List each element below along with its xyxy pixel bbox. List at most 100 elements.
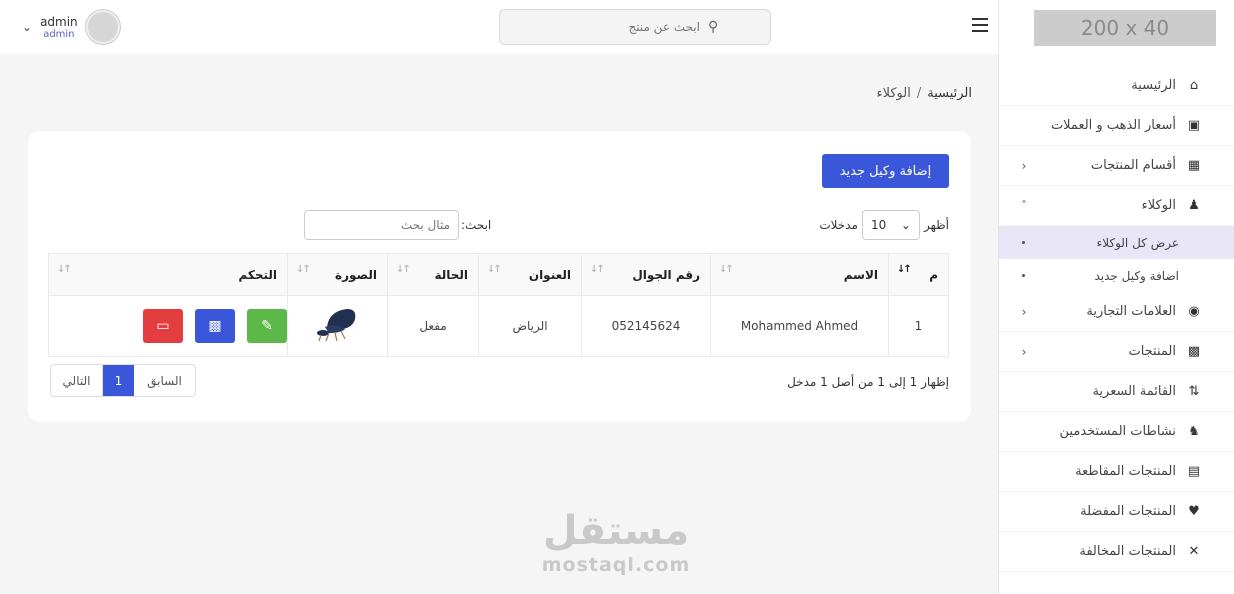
sidebar-item-boycotted-products[interactable]: ▤ المنتجات المقاطعة (999, 452, 1234, 492)
trash-icon: ▭ (156, 318, 170, 334)
chevron-left-icon: ‹ (1021, 304, 1027, 319)
cell-name: Mohammed Ahmed (710, 295, 889, 357)
close-icon: ✕ (1188, 544, 1200, 559)
row-actions: ▭ ▩ ✎ (49, 309, 287, 343)
add-agent-button[interactable]: إضافة وكيل جديد (822, 154, 949, 188)
column-header-address[interactable]: العنوان ↑↓ (478, 253, 582, 296)
chevron-down-icon[interactable]: ⌄ (22, 20, 32, 34)
logo-placeholder: 200 x 40 (1034, 10, 1216, 46)
sort-icon: ↑↓ (719, 264, 734, 275)
cell-actions: ▭ ▩ ✎ (48, 295, 288, 357)
pagination-next[interactable]: التالي (51, 365, 103, 396)
sidebar-item-home[interactable]: ⌂ الرئيسية (999, 66, 1234, 106)
search-label: ابحث: (461, 218, 492, 232)
column-header-image[interactable]: الصورة ↑↓ (287, 253, 388, 296)
edit-icon: ✎ (261, 318, 273, 334)
boycott-icon: ▤ (1187, 464, 1201, 479)
watermark-arabic: مستقل (542, 508, 690, 554)
pagination-previous[interactable]: السابق (134, 365, 195, 396)
column-header-label: الصورة (335, 267, 377, 282)
sidebar-item-agents[interactable]: ♟ الوكلاء ˆ (999, 186, 1234, 226)
avatar[interactable] (85, 10, 120, 44)
sidebar-item-label: أقسام المنتجات (1090, 158, 1176, 173)
agents-card: إضافة وكيل جديد أظهر 10 ⌄ مدخلات ابحث: م… (28, 131, 971, 422)
breadcrumb-separator: / (916, 86, 922, 101)
hamburger-menu-icon[interactable] (972, 18, 988, 36)
breadcrumb: الرئيسية / الوكلاء (876, 86, 972, 101)
sidebar-item-label: أسعار الذهب و العملات (1050, 118, 1176, 133)
submenu-item-label: اضافة وكيل جديد (1094, 268, 1179, 283)
sort-icon: ↑↓ (296, 264, 311, 275)
cell-image (287, 295, 388, 357)
sidebar-item-gold-prices[interactable]: ▣ أسعار الذهب و العملات (999, 106, 1234, 146)
product-search[interactable]: ⚲ (499, 9, 771, 45)
user-menu[interactable]: ⌄ admin admin (22, 10, 120, 44)
agent-icon: ♟ (1188, 198, 1200, 213)
watermark-english: mostaql.com (541, 554, 691, 576)
page-size-value: 10 (870, 218, 887, 232)
show-label: أظهر (923, 218, 949, 232)
column-header-index[interactable]: م ↑↓ (888, 253, 949, 296)
watermark: مستقل mostaql.com (540, 508, 692, 576)
product-search-input[interactable] (500, 20, 700, 34)
agents-table: م ↑↓ الاسم ↑↓ رقم الجوال ↑↓ العنوان ↑↓ الحال… (48, 253, 949, 357)
sort-icon: ↑↓ (487, 264, 502, 275)
sidebar-item-label: نشاطات المستخدمين (1059, 424, 1176, 439)
table-header-row: م ↑↓ الاسم ↑↓ رقم الجوال ↑↓ العنوان ↑↓ الحال… (48, 253, 949, 296)
cell-address: الرياض (478, 295, 582, 357)
sidebar-item-label: المنتجات المقاطعة (1075, 464, 1176, 479)
bullet-icon (1022, 241, 1025, 244)
chevron-left-icon: ‹ (1021, 158, 1027, 173)
chevron-left-icon: ‹ (1021, 344, 1027, 359)
box-icon: ▦ (1187, 158, 1201, 173)
chair-image (316, 308, 355, 341)
table-info: إظهار 1 إلى 1 من أصل 1 مدخل (787, 375, 949, 389)
sort-icon: ↑↓ (396, 264, 411, 275)
search-icon[interactable]: ⚲ (708, 19, 718, 35)
sidebar-item-label: القائمة السعرية (1092, 384, 1176, 399)
pagination-page-1[interactable]: 1 (103, 365, 134, 396)
money-icon: ▣ (1187, 118, 1201, 133)
submenu-item-all-agents[interactable]: عرض كل الوكلاء (999, 226, 1234, 259)
sidebar: 200 x 40 ⌂ الرئيسية ▣ أسعار الذهب و العم… (998, 0, 1234, 594)
column-header-label: رقم الجوال (632, 267, 700, 282)
table-search-input[interactable] (304, 210, 459, 240)
column-header-label: العنوان (528, 267, 571, 282)
cell-index: 1 (888, 295, 949, 357)
column-header-label: الاسم (843, 267, 878, 282)
chevron-up-icon: ˆ (1021, 198, 1027, 213)
cell-phone: 052145624 (581, 295, 711, 357)
sidebar-item-price-list[interactable]: ⇅ القائمة السعرية (999, 372, 1234, 412)
column-header-actions[interactable]: التحكم ↑↓ (48, 253, 288, 296)
breadcrumb-home[interactable]: الرئيسية (927, 86, 972, 101)
sidebar-item-brands[interactable]: ◉ العلامات التجارية ‹ (999, 292, 1234, 332)
sidebar-item-favorite-products[interactable]: ♥ المنتجات المفضلة (999, 492, 1234, 532)
user-role: admin (43, 28, 75, 40)
sidebar-item-user-activity[interactable]: ♞ نشاطات المستخدمين (999, 412, 1234, 452)
bullet-icon (1022, 274, 1025, 277)
submenu-item-add-agent[interactable]: اضافة وكيل جديد (999, 259, 1234, 292)
cell-status: مفعل (387, 295, 479, 357)
sort-icon: ↑↓ (590, 264, 605, 275)
edit-button[interactable]: ✎ (247, 309, 287, 343)
entries-label: مدخلات (819, 218, 858, 232)
submenu-item-label: عرض كل الوكلاء (1096, 235, 1179, 250)
sidebar-item-label: الوكلاء (1141, 198, 1176, 213)
sidebar-item-violating-products[interactable]: ✕ المنتجات المخالفة (999, 532, 1234, 572)
sidebar-item-products[interactable]: ▩ المنتجات ‹ (999, 332, 1234, 372)
table-filter: ابحث: (304, 210, 491, 240)
column-header-status[interactable]: الحالة ↑↓ (387, 253, 479, 296)
sidebar-item-label: المنتجات (1128, 344, 1176, 359)
heart-icon: ♥ (1188, 504, 1200, 519)
sidebar-item-label: المنتجات المفضلة (1080, 504, 1176, 519)
table-row: 1 Mohammed Ahmed 052145624 الرياض مفعل ▭… (48, 295, 949, 357)
user-info: admin admin (40, 15, 78, 40)
products-button[interactable]: ▩ (195, 309, 235, 343)
delete-button[interactable]: ▭ (143, 309, 183, 343)
column-header-label: م (929, 267, 938, 282)
sidebar-item-product-categories[interactable]: ▦ أقسام المنتجات ‹ (999, 146, 1234, 186)
page-size-select[interactable]: 10 ⌄ (861, 210, 920, 240)
column-header-name[interactable]: الاسم ↑↓ (710, 253, 889, 296)
column-header-phone[interactable]: رقم الجوال ↑↓ (581, 253, 711, 296)
sidebar-item-label: الرئيسية (1131, 78, 1176, 93)
